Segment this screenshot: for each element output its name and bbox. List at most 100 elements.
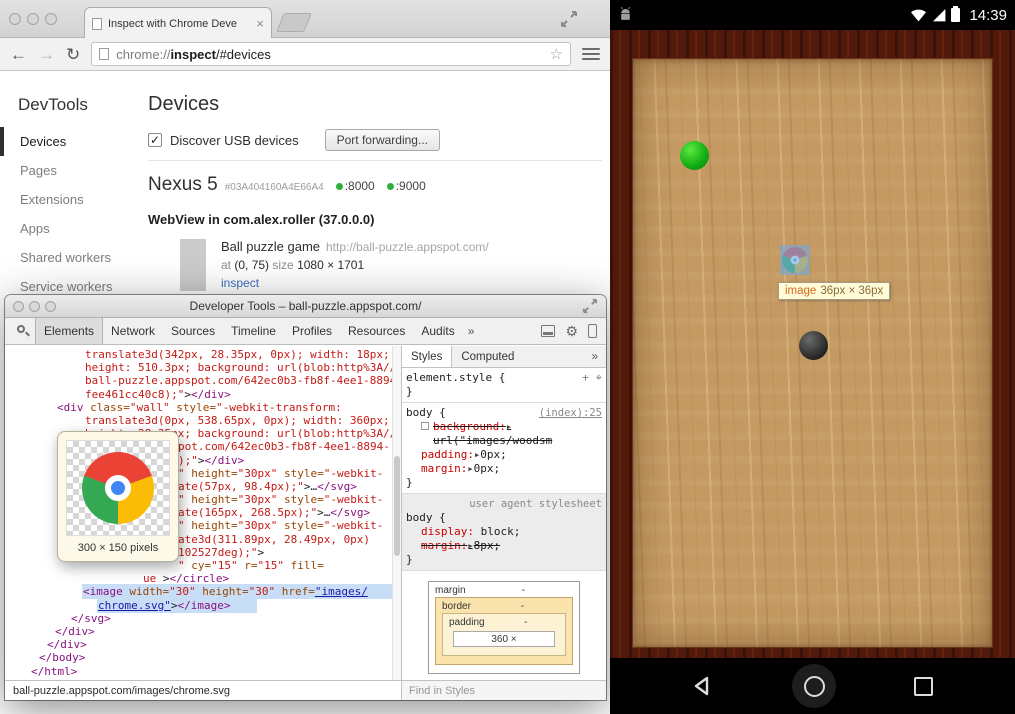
new-tab-button[interactable]	[276, 13, 312, 32]
forward-button[interactable]: →	[38, 46, 55, 63]
css-property[interactable]: url("images/woodsm	[406, 434, 602, 448]
devtools-tabs: ElementsNetworkSourcesTimelineProfilesRe…	[35, 318, 463, 344]
sidebar-item-devices[interactable]: Devices	[0, 127, 140, 156]
styles-tab-computed[interactable]: Computed	[452, 346, 523, 367]
css-rule[interactable]: user agent stylesheetbody {display: bloc…	[402, 494, 606, 571]
css-property[interactable]: margin:▶8px;	[406, 539, 602, 553]
device-header: Nexus 5 #03A404160A4E66A4 :8000 :9000	[148, 174, 602, 196]
dom-tree-line[interactable]: </div>	[5, 638, 401, 651]
target-url[interactable]: http://ball-puzzle.appspot.com/	[326, 240, 489, 254]
status-clock: 14:39	[969, 7, 1007, 24]
devtools-tab-audits[interactable]: Audits	[413, 318, 462, 344]
dark-ball[interactable]	[799, 331, 828, 360]
reload-button[interactable]: ↻	[66, 46, 80, 63]
sidebar-item-apps[interactable]: Apps	[0, 214, 140, 243]
home-nav-icon[interactable]	[792, 664, 836, 708]
css-property[interactable]: display: block;	[406, 525, 602, 539]
sidebar-item-shared-workers[interactable]: Shared workers	[0, 243, 140, 272]
settings-gear-icon[interactable]: ⚙	[565, 324, 578, 338]
styles-overflow-chevron[interactable]: »	[592, 351, 606, 363]
css-property[interactable]: padding:▶0px;	[406, 448, 602, 462]
elements-scrollbar[interactable]	[392, 346, 401, 680]
devtools-tab-sources[interactable]: Sources	[163, 318, 223, 344]
chrome-logo-center	[105, 475, 131, 501]
tabs-overflow-chevron[interactable]: »	[463, 324, 480, 338]
search-icon[interactable]	[15, 323, 31, 339]
minimize-window-button[interactable]	[27, 13, 39, 25]
css-rule[interactable]: body { (index):25background:▶url("images/…	[402, 403, 606, 494]
box-model-diagram[interactable]: margin- border- padding- 360 ×	[402, 571, 606, 674]
tab-close-icon[interactable]: ×	[256, 17, 264, 30]
rule-source-link[interactable]: (index):25	[539, 406, 602, 420]
sidebar-item-pages[interactable]: Pages	[0, 156, 140, 185]
devtools-toolbar-right: ⚙	[541, 324, 606, 338]
dom-tree-line[interactable]: </svg>	[5, 612, 401, 625]
zoom-window-button[interactable]	[45, 301, 56, 312]
devtools-tab-resources[interactable]: Resources	[340, 318, 413, 344]
webview-heading: WebView in com.alex.roller (37.0.0.0)	[148, 212, 602, 227]
usb-debugging-icon	[618, 7, 633, 23]
inspect-target-row: Ball puzzle game http://ball-puzzle.appsp…	[180, 239, 602, 291]
element-size-tooltip: image 36px × 36px	[778, 282, 890, 300]
dom-tree-line[interactable]: ue ></circle>	[5, 572, 401, 585]
box-model-margin: margin- border- padding- 360 ×	[428, 581, 580, 674]
dom-tree-line[interactable]: </div>	[5, 625, 401, 638]
css-property[interactable]: background:▶	[406, 420, 602, 434]
fullscreen-icon[interactable]	[582, 298, 598, 314]
css-selector: body {	[406, 406, 446, 420]
device-mode-icon[interactable]	[588, 324, 597, 338]
fullscreen-icon[interactable]	[560, 10, 578, 28]
recents-nav-icon[interactable]	[914, 677, 933, 696]
back-button[interactable]: ←	[10, 46, 27, 63]
styles-tab-styles[interactable]: Styles	[402, 346, 452, 367]
dom-tree-line[interactable]: fee461cc40c8);"></div>	[5, 388, 401, 401]
address-bar[interactable]: chrome://inspect/#devices ☆	[91, 42, 571, 66]
css-property[interactable]: margin:▶0px;	[406, 462, 602, 476]
close-window-button[interactable]	[9, 13, 21, 25]
minimize-window-button[interactable]	[29, 301, 40, 312]
devices-main: Devices ✓ Discover USB devices Port forw…	[148, 71, 602, 291]
css-selector: element.style {	[406, 371, 505, 385]
console-drawer-icon[interactable]	[541, 325, 555, 337]
devtools-tab-elements[interactable]: Elements	[35, 318, 103, 344]
target-title: Ball puzzle game	[221, 239, 320, 254]
browser-tab[interactable]: Inspect with Chrome Deve ×	[84, 7, 272, 39]
home-ring-icon	[804, 676, 825, 697]
devtools-tab-network[interactable]: Network	[103, 318, 163, 344]
port-forwarding-button[interactable]: Port forwarding...	[325, 129, 440, 151]
devtools-tab-timeline[interactable]: Timeline	[223, 318, 284, 344]
find-in-styles-input[interactable]: Find in Styles	[402, 680, 606, 700]
back-nav-icon[interactable]	[692, 675, 714, 697]
css-rule[interactable]: element.style {+⌖}	[402, 368, 606, 403]
zoom-window-button[interactable]	[45, 13, 57, 25]
inspect-link[interactable]: inspect	[221, 276, 489, 290]
scrollbar-thumb[interactable]	[394, 456, 400, 556]
menu-icon[interactable]	[582, 48, 600, 60]
dom-tree-line[interactable]: </html>	[5, 665, 401, 678]
dom-tree-line[interactable]: ball-puzzle.appspot.com/642ec0b3-fb8f-4e…	[5, 374, 401, 387]
green-ball[interactable]	[680, 141, 709, 170]
dom-tree-line[interactable]: translate3d(342px, 28.35px, 0px); width:…	[5, 348, 401, 361]
inspect-element-icon[interactable]: ⌖	[596, 371, 602, 385]
game-screen: image 36px × 36px	[610, 30, 1015, 658]
discover-usb-checkbox[interactable]: ✓	[148, 133, 162, 147]
styles-pane: element.style {+⌖}body {(index):25backgr…	[402, 368, 606, 680]
cell-signal-icon	[932, 8, 946, 22]
devtools-toolbar: ElementsNetworkSourcesTimelineProfilesRe…	[5, 318, 606, 345]
close-window-button[interactable]	[13, 301, 24, 312]
dom-tree-line[interactable]: translate3d(0px, 538.65px, 0px); width: …	[5, 414, 401, 427]
sidebar-item-extensions[interactable]: Extensions	[0, 185, 140, 214]
dom-tree-line[interactable]: <image width="30" height="30" href="imag…	[5, 585, 401, 598]
android-status-bar: 14:39	[610, 0, 1015, 30]
dom-tree-line[interactable]: height: 510.3px; background: url(blob:ht…	[5, 361, 401, 374]
property-checkbox[interactable]	[421, 422, 429, 430]
tooltip-tag-name: image	[785, 285, 816, 297]
bookmark-star-icon[interactable]: ☆	[550, 47, 563, 62]
dom-tree-line[interactable]: </body>	[5, 651, 401, 664]
inspect-sidebar: DevTools DevicesPagesExtensionsAppsShare…	[0, 71, 140, 301]
devtools-window-title: Developer Tools – ball-puzzle.appspot.co…	[190, 299, 422, 313]
dom-tree-line[interactable]: chrome.svg"></image>	[5, 599, 401, 612]
new-style-rule-icon[interactable]: +	[582, 371, 589, 385]
devtools-tab-profiles[interactable]: Profiles	[284, 318, 340, 344]
dom-tree-line[interactable]: <div class="wall" style="-webkit-transfo…	[5, 401, 401, 414]
